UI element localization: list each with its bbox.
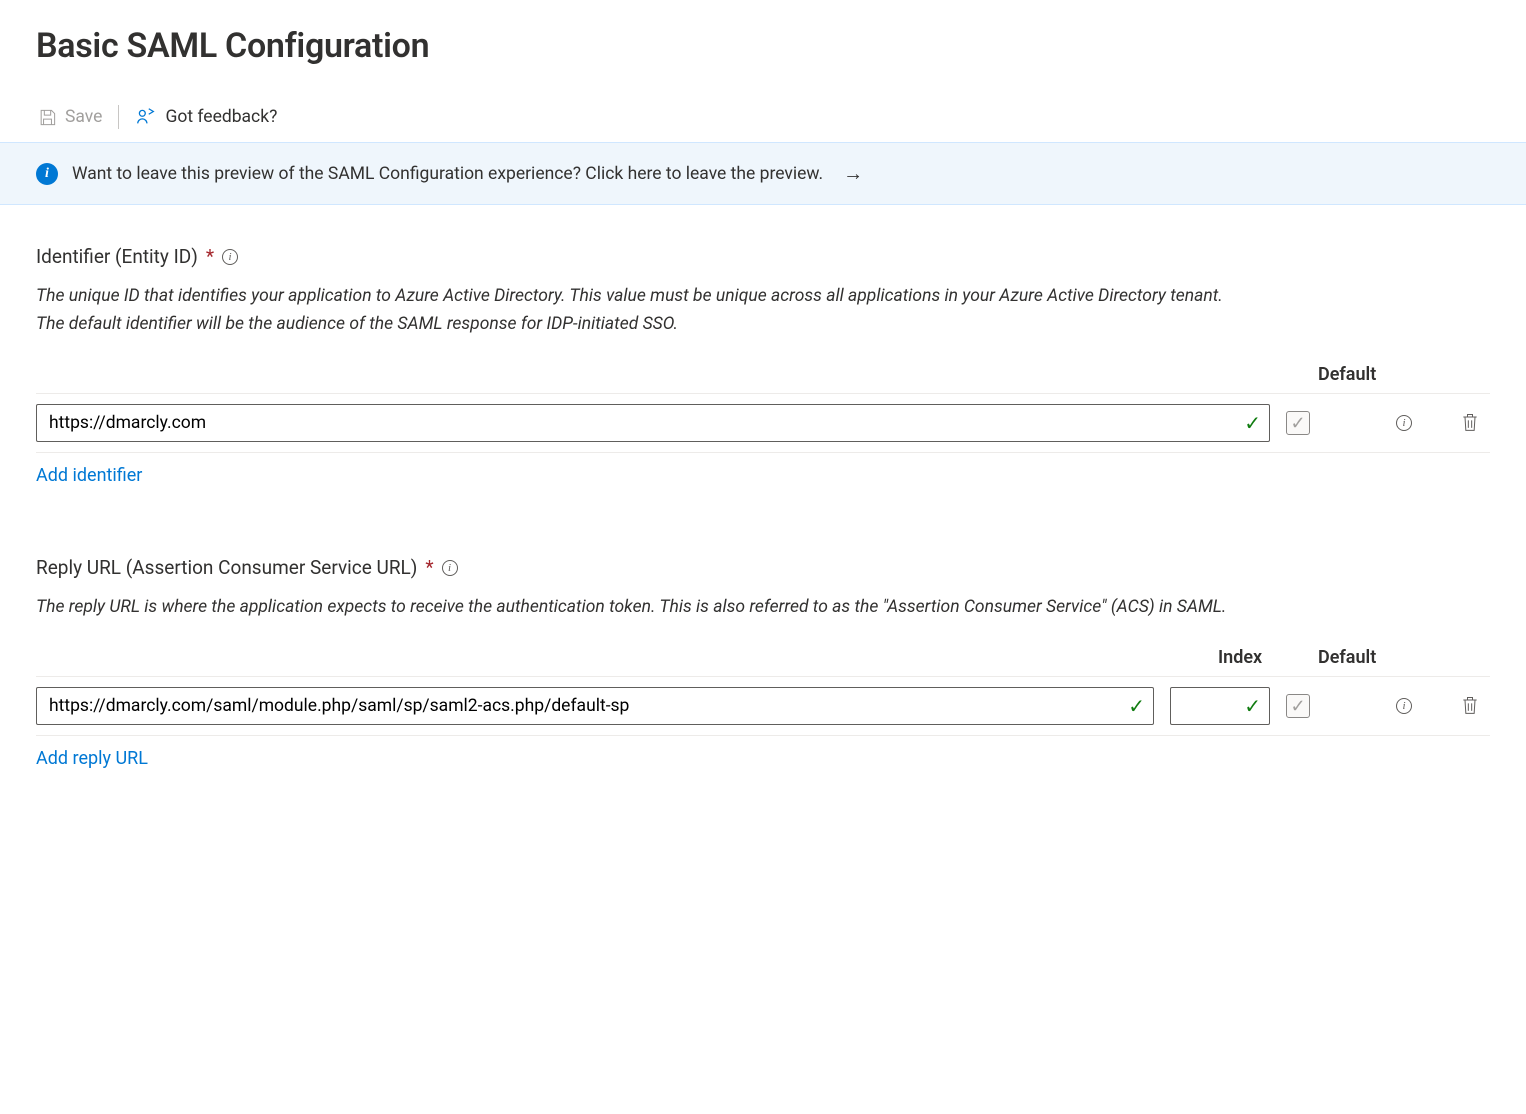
reply-url-index-input[interactable] [1171, 688, 1269, 724]
feedback-icon [135, 106, 157, 128]
reply-url-header-row: Index Default [36, 647, 1490, 677]
preview-banner[interactable]: i Want to leave this preview of the SAML… [0, 142, 1526, 205]
identifier-header-row: Default [36, 364, 1490, 394]
info-outline-icon[interactable]: i [222, 249, 238, 265]
info-icon: i [36, 163, 58, 185]
column-default-header: Default [1318, 647, 1390, 668]
save-icon [38, 108, 57, 127]
identifier-description: The unique ID that identifies your appli… [36, 282, 1236, 338]
column-index-header: Index [1218, 647, 1318, 668]
trash-icon [1460, 411, 1480, 433]
identifier-input-wrap: ✓ [36, 404, 1270, 442]
identifier-input[interactable] [37, 405, 1269, 441]
save-button-label: Save [65, 107, 102, 127]
reply-url-index-input-wrap: ✓ [1170, 687, 1270, 725]
reply-url-delete-button[interactable] [1458, 692, 1482, 721]
toolbar-separator [118, 105, 119, 129]
identifier-row: ✓ ✓ i [36, 394, 1490, 453]
reply-url-default-checkbox[interactable]: ✓ [1286, 694, 1310, 718]
reply-url-row: ✓ ✓ ✓ i [36, 677, 1490, 736]
identifier-label-text: Identifier (Entity ID) [36, 245, 198, 268]
reply-url-input[interactable] [37, 688, 1153, 724]
info-outline-icon[interactable]: i [442, 560, 458, 576]
reply-url-section: Reply URL (Assertion Consumer Service UR… [36, 556, 1490, 769]
identifier-section: Identifier (Entity ID) * i The unique ID… [36, 245, 1490, 486]
reply-url-description: The reply URL is where the application e… [36, 593, 1236, 621]
feedback-button-label: Got feedback? [165, 107, 277, 127]
column-default-header: Default [1318, 364, 1390, 385]
reply-url-input-wrap: ✓ [36, 687, 1154, 725]
reply-url-label-text: Reply URL (Assertion Consumer Service UR… [36, 556, 417, 579]
trash-icon [1460, 694, 1480, 716]
add-reply-url-link[interactable]: Add reply URL [36, 748, 148, 769]
identifier-label: Identifier (Entity ID) * i [36, 245, 1490, 268]
arrow-right-icon: → [843, 161, 863, 186]
identifier-default-checkbox[interactable]: ✓ [1286, 411, 1310, 435]
required-mark: * [425, 556, 433, 579]
add-identifier-link[interactable]: Add identifier [36, 465, 142, 486]
required-mark: * [206, 245, 214, 268]
reply-url-label: Reply URL (Assertion Consumer Service UR… [36, 556, 1490, 579]
identifier-delete-button[interactable] [1458, 409, 1482, 438]
info-outline-icon[interactable]: i [1396, 698, 1412, 714]
page-title: Basic SAML Configuration [36, 26, 1490, 66]
info-outline-icon[interactable]: i [1396, 415, 1412, 431]
feedback-button[interactable]: Got feedback? [133, 102, 279, 132]
toolbar: Save Got feedback? [36, 102, 1490, 142]
save-button[interactable]: Save [36, 103, 104, 131]
preview-banner-text: Want to leave this preview of the SAML C… [72, 164, 823, 184]
